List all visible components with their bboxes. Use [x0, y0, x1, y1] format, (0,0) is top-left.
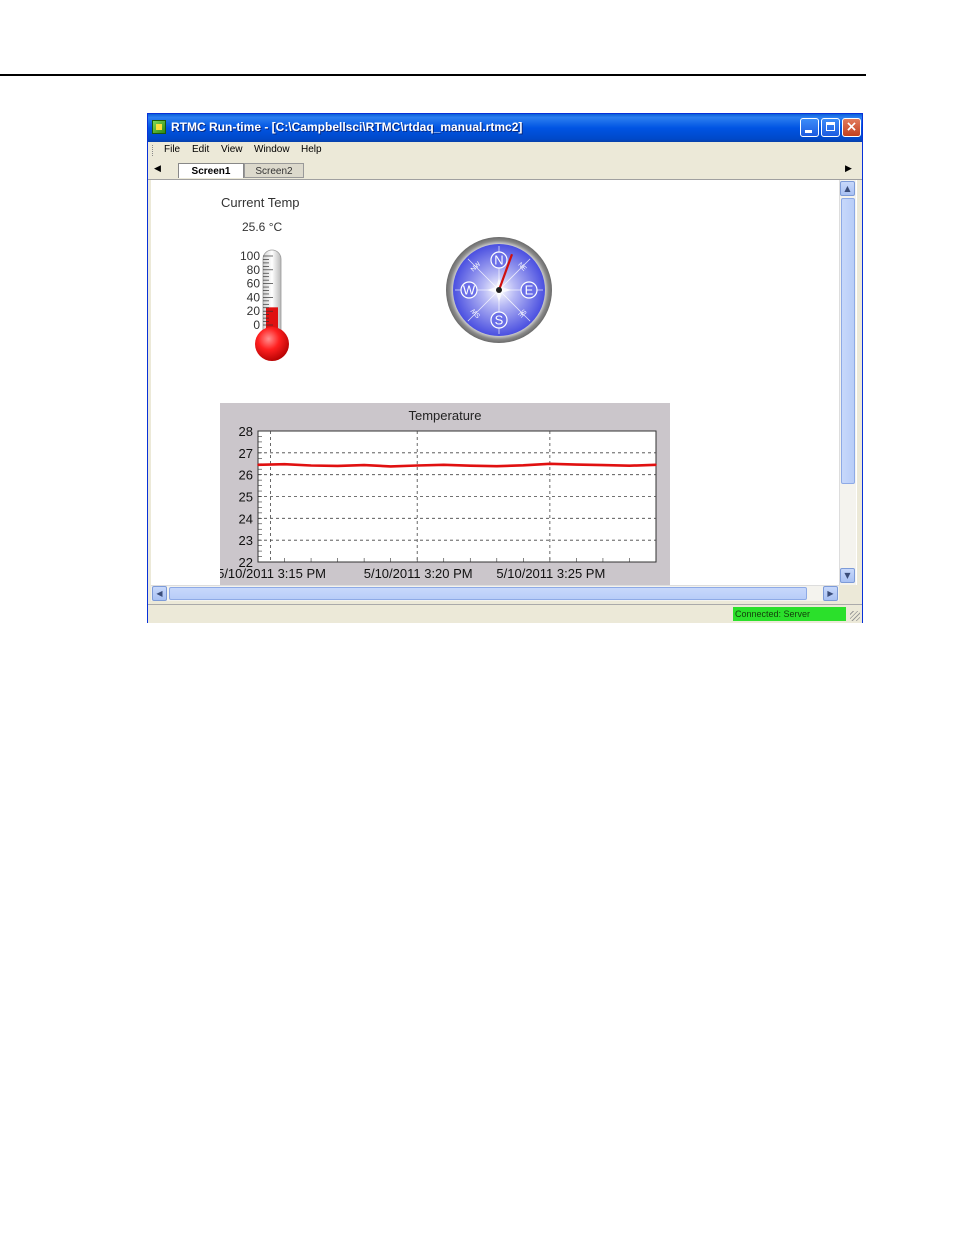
menu-help[interactable]: Help [301, 144, 322, 155]
chart-data-point [389, 465, 392, 468]
thermometer-scale-label: 40 [247, 290, 261, 304]
thermometer-gauge: 100806040200 [240, 249, 289, 361]
window-title: RTMC Run-time - [C:\Campbellsci\RTMC\rtd… [171, 120, 523, 134]
maximize-button[interactable] [821, 118, 840, 137]
chart-data-point [469, 464, 472, 467]
chart-y-tick-label: 28 [239, 424, 253, 439]
chart-data-point [310, 464, 312, 467]
chart-data-point [549, 462, 551, 465]
chart-data-point [257, 464, 259, 466]
chart-data-point [575, 463, 578, 466]
chart-data-point [655, 464, 657, 466]
menu-bar: File Edit View Window Help [148, 142, 862, 159]
chart-y-tick-label: 24 [239, 511, 253, 526]
menu-grip [152, 145, 155, 156]
wind-compass: NESWNESESWNW [446, 237, 552, 343]
temperature-chart: Temperature 28 27 26 25 24 23 22 5/10/2011 3:15… [220, 403, 670, 585]
screen-tab-bar: ◀ Screen1 Screen2 ▶ [148, 160, 862, 180]
close-icon: × [845, 119, 858, 135]
chart-x-tick-label: 5/10/2011 3:15 PM [220, 566, 326, 581]
chart-data-point [522, 464, 525, 467]
app-icon[interactable] [152, 120, 166, 134]
compass-hub [496, 287, 502, 293]
thermometer-scale-label: 60 [247, 277, 261, 291]
page-header-rule [0, 74, 866, 76]
scroll-right-icon[interactable]: ▶ [823, 586, 838, 601]
thermometer-label: Current Temp [221, 195, 300, 210]
scroll-left-icon[interactable]: ◀ [152, 586, 167, 601]
chart-data-point [496, 465, 498, 467]
chart-data-point [628, 464, 631, 467]
chart-data-point [416, 464, 418, 467]
chart-x-tick-label: 5/10/2011 3:20 PM [364, 566, 473, 581]
compass-cardinal-label: W [463, 283, 476, 298]
chart-data-point [283, 463, 286, 465]
thermometer-scale-labels: 100806040200 [240, 249, 260, 332]
compass-cardinal-label: N [494, 253, 503, 268]
minimize-button[interactable] [800, 118, 819, 137]
horizontal-scroll-thumb[interactable] [169, 587, 807, 600]
menu-file[interactable]: File [164, 144, 180, 155]
thermometer-scale-label: 20 [247, 304, 261, 318]
scroll-up-icon[interactable]: ▲ [840, 181, 855, 196]
chart-plot: 282726252423225/10/2011 3:15 PM 5/10/2011… [220, 424, 657, 581]
thermometer-value: 25.6 °C [242, 220, 283, 234]
chart-data-point [602, 464, 604, 466]
chart-data-point [442, 464, 445, 466]
chart-y-tick-label: 25 [239, 490, 253, 505]
compass-cardinal-label: S [495, 313, 504, 328]
close-button[interactable]: × [842, 118, 861, 137]
title-bar[interactable]: RTMC Run-time - [C:\Campbellsci\RTMC\rtd… [148, 114, 862, 142]
connection-status: Connected: Server [733, 607, 846, 621]
chart-x-tick-label: 5/10/2011 3:25 PM [496, 566, 605, 581]
tab-scroll-left-icon[interactable]: ◀ [154, 163, 161, 174]
vertical-scroll-thumb[interactable] [841, 198, 855, 484]
thermometer-scale-label: 80 [247, 263, 261, 277]
horizontal-scrollbar[interactable]: ◀ ▶ [151, 585, 839, 601]
chart-data-point [363, 464, 365, 466]
app-window: RTMC Run-time - [C:\Campbellsci\RTMC\rtd… [147, 113, 863, 623]
resize-grip-icon[interactable] [850, 611, 860, 621]
tab-screen2[interactable]: Screen2 [244, 163, 304, 178]
chart-y-tick-label: 26 [239, 468, 253, 483]
menu-edit[interactable]: Edit [192, 144, 209, 155]
thermometer-bulb [255, 327, 289, 361]
chart-y-tick-label: 23 [239, 533, 253, 548]
chart-y-tick-label: 27 [239, 446, 253, 461]
scroll-down-icon[interactable]: ▼ [840, 568, 855, 583]
thermometer-scale-label: 100 [240, 249, 260, 263]
tab-scroll-right-icon[interactable]: ▶ [845, 163, 852, 174]
menu-window[interactable]: Window [254, 144, 290, 155]
compass-cardinal-label: E [525, 283, 534, 298]
screen-canvas: Current Temp 25.6 °C 100 80 60 40 20 0 N… [151, 180, 857, 585]
menu-view[interactable]: View [221, 144, 243, 155]
chart-data-point [336, 465, 339, 467]
tab-screen1[interactable]: Screen1 [178, 163, 244, 178]
status-bar: Connected: Server [148, 604, 862, 623]
thermometer-scale-label: 0 [253, 318, 260, 332]
vertical-scrollbar[interactable]: ▲ ▼ [839, 180, 856, 585]
